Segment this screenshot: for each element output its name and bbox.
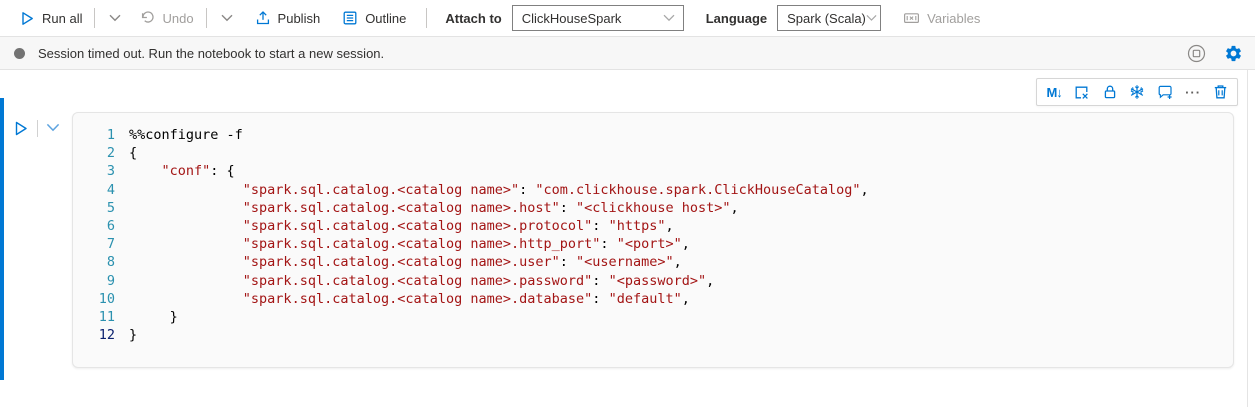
code-line[interactable]: 10 "spark.sql.catalog.<catalog name>.dat… xyxy=(73,290,1233,308)
code-text: } xyxy=(115,326,137,344)
line-number: 8 xyxy=(73,253,115,271)
code-text: "spark.sql.catalog.<catalog name>.protoc… xyxy=(115,217,674,235)
chevron-down-icon xyxy=(866,14,877,22)
freeze-cell-button[interactable] xyxy=(1127,83,1147,101)
code-text: } xyxy=(115,308,178,326)
gear-icon xyxy=(1224,44,1243,63)
run-all-label: Run all xyxy=(42,11,82,26)
publish-icon xyxy=(255,10,271,26)
chevron-down-icon xyxy=(46,123,60,132)
attach-to-value: ClickHouseSpark xyxy=(522,11,622,26)
line-number: 9 xyxy=(73,272,115,290)
outline-label: Outline xyxy=(365,11,406,26)
publish-button[interactable]: Publish xyxy=(247,0,329,36)
line-number: 3 xyxy=(73,162,115,180)
stop-icon xyxy=(1187,44,1206,63)
code-editor[interactable]: 1%%configure -f2{3 "conf": {4 "spark.sql… xyxy=(72,112,1234,368)
clear-cell-icon xyxy=(1073,84,1090,101)
stop-session-button[interactable] xyxy=(1185,42,1208,65)
code-line[interactable]: 6 "spark.sql.catalog.<catalog name>.prot… xyxy=(73,217,1233,235)
code-text: { xyxy=(115,144,137,162)
session-status-message: Session timed out. Run the notebook to s… xyxy=(38,46,384,61)
code-line[interactable]: 2{ xyxy=(73,144,1233,162)
code-line[interactable]: 1%%configure -f xyxy=(73,126,1233,144)
snowflake-icon xyxy=(1129,84,1145,100)
session-status-bar: Session timed out. Run the notebook to s… xyxy=(0,36,1255,70)
cell-selection-bar xyxy=(0,98,4,380)
toolbar-divider xyxy=(206,8,207,28)
code-line[interactable]: 4 "spark.sql.catalog.<catalog name>": "c… xyxy=(73,181,1233,199)
code-line[interactable]: 11 } xyxy=(73,308,1233,326)
outline-icon xyxy=(342,10,358,26)
line-number: 11 xyxy=(73,308,115,326)
line-number: 6 xyxy=(73,217,115,235)
line-number: 12 xyxy=(73,326,115,344)
chevron-down-icon xyxy=(109,14,121,22)
code-line[interactable]: 5 "spark.sql.catalog.<catalog name>.host… xyxy=(73,199,1233,217)
run-all-button[interactable]: Run all xyxy=(12,0,90,36)
language-dropdown[interactable]: Spark (Scala) xyxy=(777,5,881,31)
code-line[interactable]: 8 "spark.sql.catalog.<catalog name>.user… xyxy=(73,253,1233,271)
lock-cell-button[interactable] xyxy=(1100,83,1120,101)
code-line[interactable]: 7 "spark.sql.catalog.<catalog name>.http… xyxy=(73,235,1233,253)
delete-cell-button[interactable] xyxy=(1211,83,1230,101)
code-text: %%configure -f xyxy=(115,126,243,144)
language-label: Language xyxy=(706,11,767,26)
undo-label: Undo xyxy=(162,11,193,26)
trash-icon xyxy=(1213,84,1228,100)
add-comment-icon xyxy=(1157,84,1174,100)
toolbar-divider xyxy=(94,8,95,28)
publish-label: Publish xyxy=(278,11,321,26)
variables-label: Variables xyxy=(927,11,980,26)
outline-button[interactable]: Outline xyxy=(334,0,414,36)
code-text: "spark.sql.catalog.<catalog name>.databa… xyxy=(115,290,690,308)
code-text: "spark.sql.catalog.<catalog name>.passwo… xyxy=(115,272,714,290)
line-number: 1 xyxy=(73,126,115,144)
lock-icon xyxy=(1102,84,1118,100)
cell-run-divider xyxy=(37,120,38,137)
code-text: "conf": { xyxy=(115,162,235,180)
cell-toolbar: M↓ xyxy=(1036,78,1238,106)
cell-run-options-chevron-button[interactable] xyxy=(44,121,62,134)
session-settings-button[interactable] xyxy=(1222,42,1245,65)
line-number: 5 xyxy=(73,199,115,217)
code-text: "spark.sql.catalog.<catalog name>.host":… xyxy=(115,199,739,217)
add-comment-button[interactable] xyxy=(1155,83,1176,101)
attach-to-dropdown[interactable]: ClickHouseSpark xyxy=(512,5,684,31)
line-number: 10 xyxy=(73,290,115,308)
code-text: "spark.sql.catalog.<catalog name>.user":… xyxy=(115,253,682,271)
notebook-toolbar: Run all Undo xyxy=(0,0,1255,36)
convert-to-markdown-button[interactable]: M↓ xyxy=(1044,84,1063,101)
code-line[interactable]: 3 "conf": { xyxy=(73,162,1233,180)
undo-options-chevron-button[interactable] xyxy=(211,0,243,36)
variables-button[interactable]: Variables xyxy=(895,0,988,36)
line-number: 4 xyxy=(73,181,115,199)
notebook-page: Run all Undo xyxy=(0,0,1255,407)
code-line[interactable]: 9 "spark.sql.catalog.<catalog name>.pass… xyxy=(73,272,1233,290)
variables-icon xyxy=(903,10,920,26)
code-line[interactable]: 12} xyxy=(73,326,1233,344)
attach-to-label: Attach to xyxy=(445,11,501,26)
session-status-dot-icon xyxy=(14,48,25,59)
play-icon xyxy=(13,120,29,137)
code-text: "spark.sql.catalog.<catalog name>": "com… xyxy=(115,181,869,199)
markdown-icon: M↓ xyxy=(1046,85,1061,100)
language-value: Spark (Scala) xyxy=(787,11,866,26)
run-cell-button[interactable] xyxy=(11,118,31,139)
ellipsis-icon: ··· xyxy=(1185,85,1201,100)
play-icon xyxy=(20,11,35,26)
chevron-down-icon xyxy=(221,14,233,22)
toolbar-divider xyxy=(426,8,427,28)
undo-button[interactable]: Undo xyxy=(131,0,201,36)
run-options-chevron-button[interactable] xyxy=(99,0,131,36)
undo-icon xyxy=(139,10,155,26)
code-text: "spark.sql.catalog.<catalog name>.http_p… xyxy=(115,235,690,253)
clear-cell-button[interactable] xyxy=(1071,83,1092,102)
line-number: 2 xyxy=(73,144,115,162)
line-number: 7 xyxy=(73,235,115,253)
chevron-down-icon xyxy=(663,14,675,22)
scrollbar-track[interactable] xyxy=(1247,70,1248,407)
more-actions-button[interactable]: ··· xyxy=(1183,84,1203,101)
